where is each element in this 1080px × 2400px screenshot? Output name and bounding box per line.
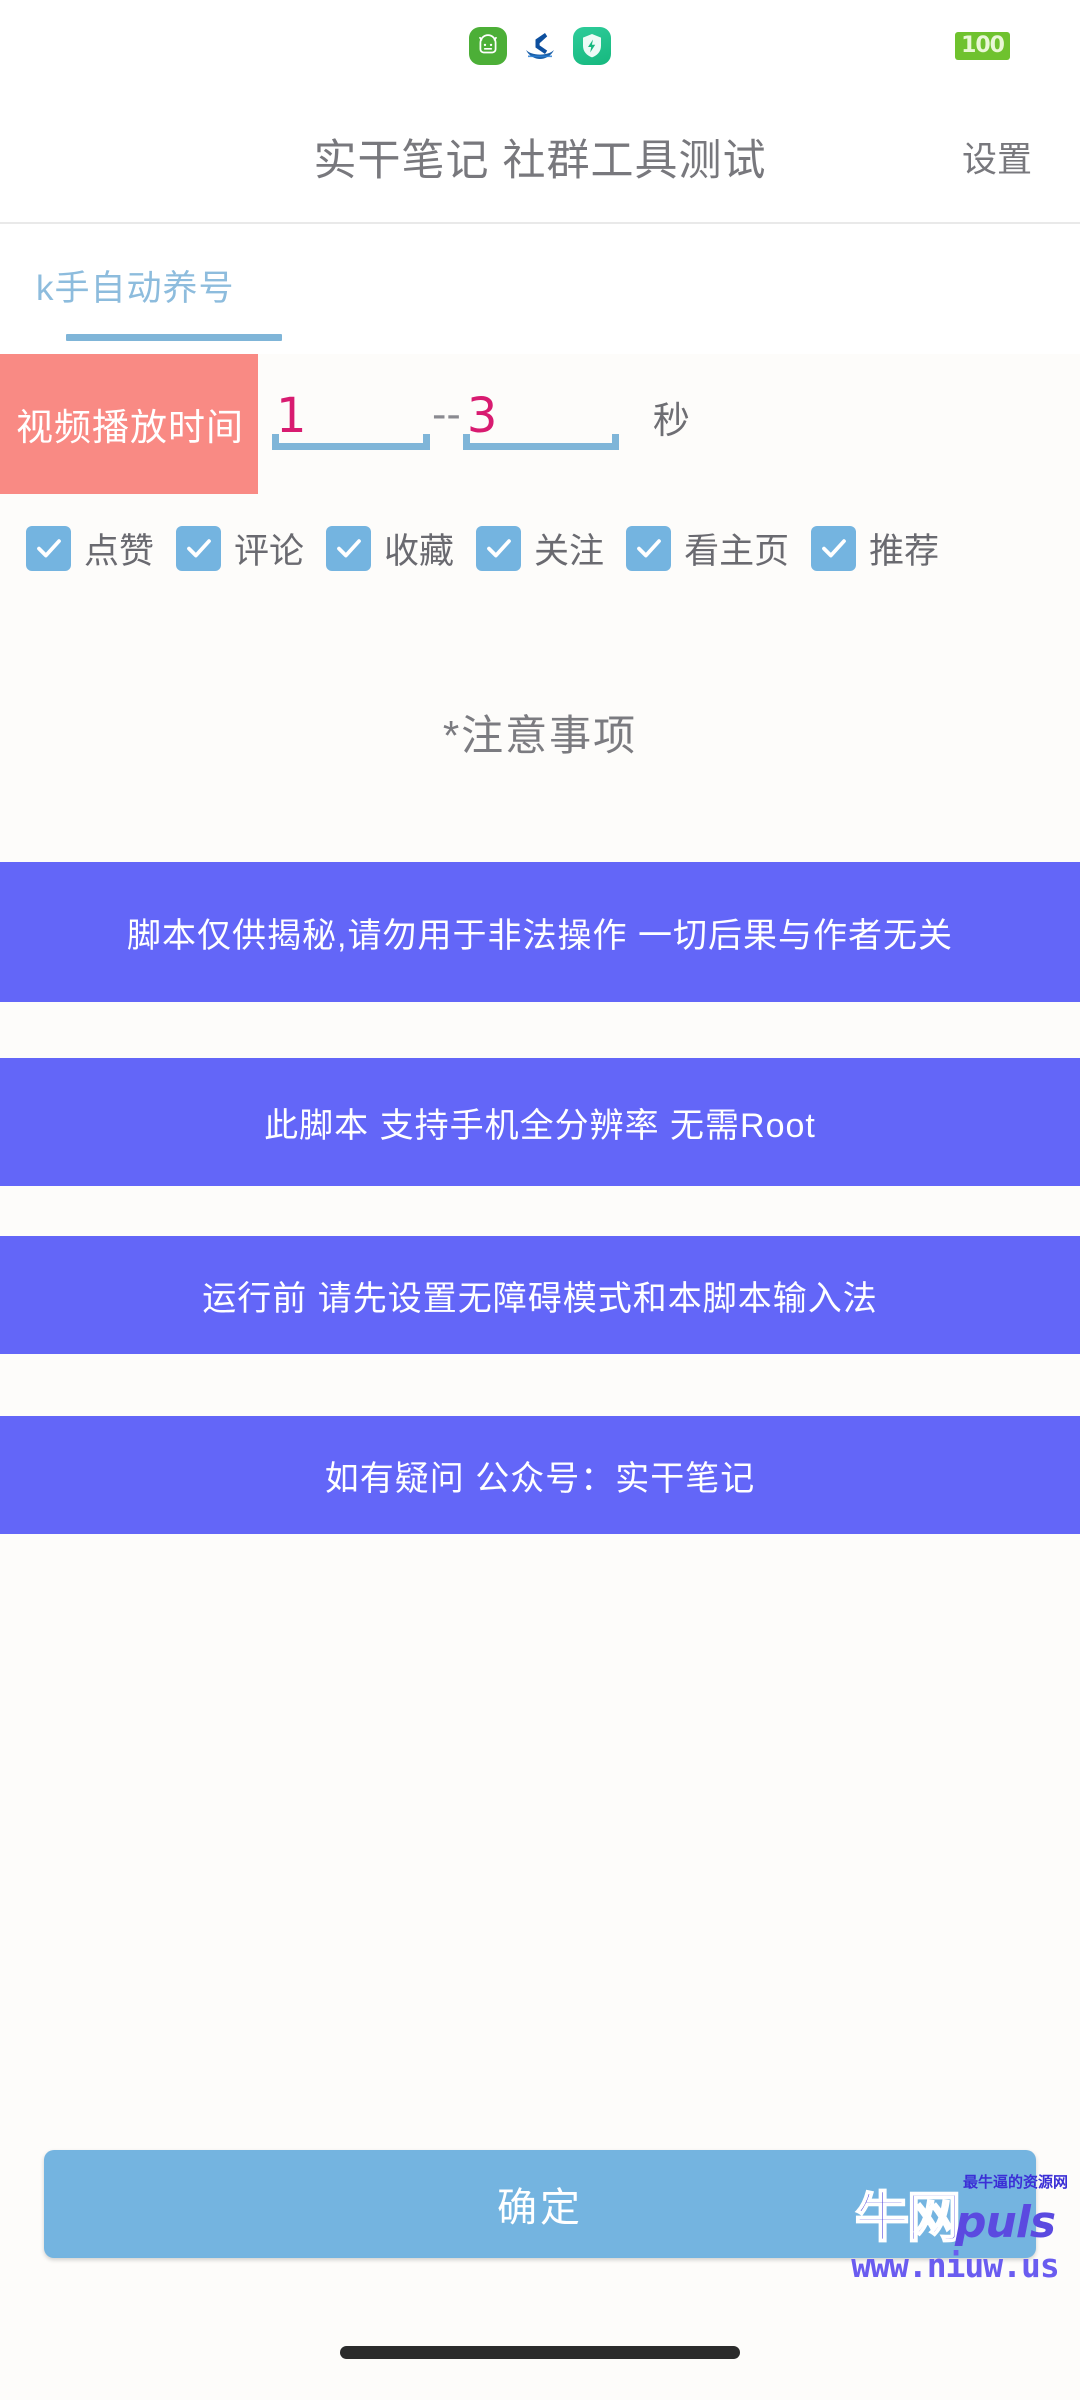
banner-gap bbox=[0, 1354, 1080, 1416]
checkbox-item-guanzhu[interactable]: 关注 bbox=[476, 523, 604, 574]
check-icon[interactable] bbox=[476, 525, 522, 571]
checkbox-label: 收藏 bbox=[384, 531, 455, 571]
notice-banner-4: 如有疑问 公众号：实干笔记 bbox=[0, 1416, 1080, 1534]
tab-label: k手自动养号 bbox=[36, 269, 235, 308]
checkbox-label: 看主页 bbox=[684, 531, 790, 571]
tab-bar: k手自动养号 bbox=[0, 224, 1080, 354]
video-play-time-fields: 1 -- 3 秒 bbox=[258, 354, 1080, 494]
check-icon[interactable] bbox=[26, 525, 71, 571]
status-bar: 100 bbox=[0, 0, 1080, 92]
check-icon[interactable] bbox=[811, 525, 857, 571]
video-play-time-row: 视频播放时间 1 -- 3 秒 bbox=[0, 354, 1080, 494]
confirm-button[interactable]: 确定 bbox=[44, 2150, 1036, 2258]
max-time-input[interactable]: 3 bbox=[462, 392, 619, 456]
tab-kshou-auto[interactable]: k手自动养号 bbox=[36, 260, 282, 341]
footer-area: 确定 牛网 puls 最牛逼的资源网 www.niuw.us bbox=[0, 2104, 1080, 2304]
page-title: 实干笔记 社群工具测试 bbox=[313, 137, 767, 185]
check-icon[interactable] bbox=[626, 525, 672, 571]
checkbox-item-kanzhuye[interactable]: 看主页 bbox=[626, 523, 789, 574]
notice-banner-text: 如有疑问 公众号：实干笔记 bbox=[324, 1459, 756, 1498]
video-play-time-label: 视频播放时间 bbox=[0, 354, 258, 494]
notice-heading-text: *注意事项 bbox=[442, 711, 638, 759]
notice-banner-text: 此脚本 支持手机全分辨率 无需Root bbox=[264, 1106, 816, 1145]
range-separator: -- bbox=[432, 392, 461, 438]
checkbox-item-tuijian[interactable]: 推荐 bbox=[811, 523, 939, 574]
ccb-bank-icon bbox=[521, 27, 559, 65]
min-time-input[interactable]: 1 bbox=[272, 392, 430, 456]
settings-button[interactable]: 设置 bbox=[962, 132, 1032, 183]
title-bar: 实干笔记 社群工具测试 设置 bbox=[0, 92, 1080, 224]
system-nav-bar bbox=[0, 2304, 1080, 2400]
notice-banner-1: 脚本仅供揭秘,请勿用于非法操作 一切后果与作者无关 bbox=[0, 862, 1080, 1002]
notice-banner-2: 此脚本 支持手机全分辨率 无需Root bbox=[0, 1058, 1080, 1186]
banner-gap bbox=[0, 1002, 1080, 1058]
content-spacer bbox=[0, 1534, 1080, 2104]
app-screen: 100 实干笔记 社群工具测试 设置 k手自动养号 视频播放时间 1 -- 3 … bbox=[0, 0, 1080, 2400]
security-shield-icon bbox=[573, 27, 611, 65]
checkbox-label: 评论 bbox=[234, 531, 305, 571]
checkbox-item-dianzan[interactable]: 点赞 bbox=[26, 523, 154, 574]
status-notification-icons bbox=[469, 27, 611, 65]
notice-heading: *注意事项 bbox=[0, 602, 1080, 862]
checkbox-item-shoucang[interactable]: 收藏 bbox=[326, 523, 454, 574]
checkbox-label: 关注 bbox=[534, 531, 605, 571]
notice-banner-3: 运行前 请先设置无障碍模式和本脚本输入法 bbox=[0, 1236, 1080, 1354]
home-gesture-pill[interactable] bbox=[340, 2345, 740, 2359]
android-robot-icon bbox=[469, 27, 507, 65]
checkbox-label: 推荐 bbox=[869, 531, 940, 571]
notice-banner-text: 运行前 请先设置无障碍模式和本脚本输入法 bbox=[202, 1279, 878, 1318]
action-checkbox-row: 点赞 评论 收藏 关注 看主页 推荐 bbox=[0, 494, 1080, 602]
checkbox-label: 点赞 bbox=[84, 531, 155, 571]
time-unit-label: 秒 bbox=[652, 400, 690, 441]
tab-active-indicator bbox=[66, 334, 282, 341]
banner-gap bbox=[0, 1186, 1080, 1236]
checkbox-item-pinglun[interactable]: 评论 bbox=[176, 523, 304, 574]
check-icon[interactable] bbox=[326, 525, 372, 571]
notice-banner-text: 脚本仅供揭秘,请勿用于非法操作 一切后果与作者无关 bbox=[127, 916, 953, 955]
check-icon[interactable] bbox=[176, 525, 222, 571]
battery-indicator: 100 bbox=[955, 32, 1010, 60]
min-time-underline bbox=[272, 434, 430, 450]
max-time-underline bbox=[462, 434, 619, 450]
